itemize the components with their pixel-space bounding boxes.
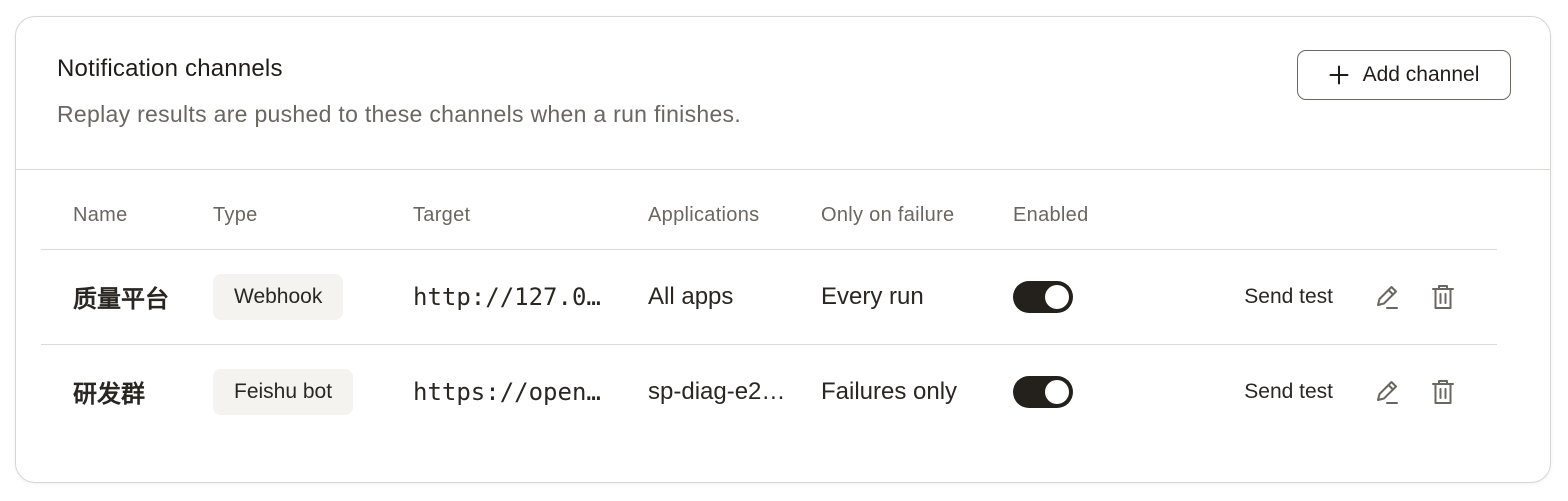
column-header-only-on-failure: Only on failure bbox=[821, 194, 1013, 250]
card-header: Notification channels Replay results are… bbox=[16, 17, 1550, 170]
channel-target-cell: https://open… bbox=[413, 344, 648, 439]
column-header-actions bbox=[1163, 194, 1497, 250]
send-test-button[interactable]: Send test bbox=[1244, 380, 1333, 404]
add-channel-label: Add channel bbox=[1362, 63, 1480, 86]
column-header-applications: Applications bbox=[648, 194, 821, 250]
channels-table: Name Type Target Applications Only on fa… bbox=[41, 194, 1497, 439]
channel-target-cell: http://127.0… bbox=[413, 249, 648, 345]
pencil-icon[interactable] bbox=[1371, 376, 1403, 408]
channel-target: https://open… bbox=[413, 377, 601, 406]
trash-icon[interactable] bbox=[1427, 376, 1459, 408]
channel-type-cell: Webhook bbox=[213, 249, 413, 345]
channel-type-cell: Feishu bot bbox=[213, 344, 413, 439]
channel-type-badge: Webhook bbox=[213, 273, 344, 320]
table-row: 质量平台 Webhook http://127.0… All apps Ever… bbox=[41, 249, 1497, 345]
channel-target: http://127.0… bbox=[413, 282, 601, 311]
row-actions-cell: Send test bbox=[1163, 344, 1497, 439]
row-actions-cell: Send test bbox=[1163, 249, 1497, 345]
channel-name: 质量平台 bbox=[41, 249, 213, 345]
plus-icon bbox=[1329, 65, 1349, 85]
column-header-name: Name bbox=[41, 194, 213, 250]
enabled-toggle[interactable] bbox=[1013, 375, 1073, 408]
channel-name: 研发群 bbox=[73, 381, 145, 408]
enabled-toggle[interactable] bbox=[1013, 280, 1073, 313]
channel-applications: sp-diag-e2… bbox=[648, 377, 786, 405]
channel-only-on-failure: Every run bbox=[821, 249, 1013, 345]
card-title: Notification channels bbox=[57, 55, 283, 82]
table-row: 研发群 Feishu bot https://open… sp-diag-e2…… bbox=[41, 344, 1497, 439]
card-subtitle: Replay results are pushed to these chann… bbox=[57, 101, 742, 127]
add-channel-button[interactable]: Add channel bbox=[1297, 50, 1511, 100]
channel-enabled-cell bbox=[1013, 344, 1163, 439]
column-header-type: Type bbox=[213, 194, 413, 250]
column-header-enabled: Enabled bbox=[1013, 194, 1163, 250]
table-header-row: Name Type Target Applications Only on fa… bbox=[41, 194, 1497, 250]
channel-applications: All apps bbox=[648, 249, 821, 345]
send-test-button[interactable]: Send test bbox=[1244, 285, 1333, 309]
trash-icon[interactable] bbox=[1427, 281, 1459, 313]
toggle-knob bbox=[1045, 284, 1069, 309]
toggle-knob bbox=[1045, 379, 1069, 404]
pencil-icon[interactable] bbox=[1371, 281, 1403, 313]
channel-type-badge: Feishu bot bbox=[213, 368, 354, 415]
channel-only-on-failure: Failures only bbox=[821, 377, 958, 405]
channel-enabled-cell bbox=[1013, 249, 1163, 345]
column-header-target: Target bbox=[413, 194, 648, 250]
